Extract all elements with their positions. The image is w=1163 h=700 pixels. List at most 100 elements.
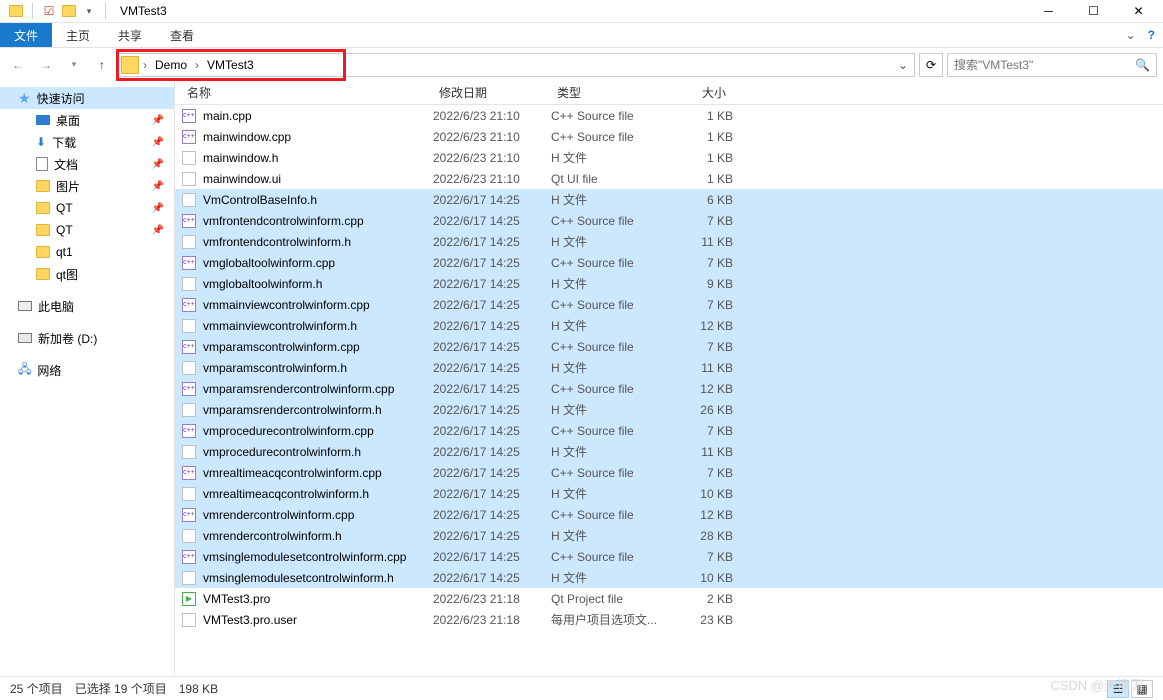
file-name: vmrealtimeacqcontrolwinform.cpp xyxy=(203,466,433,480)
sidebar-network[interactable]: 🖧网络 xyxy=(0,359,174,381)
file-row[interactable]: c++vmrealtimeacqcontrolwinform.cpp2022/6… xyxy=(175,462,1163,483)
column-type[interactable]: 类型 xyxy=(551,84,671,101)
recent-dropdown[interactable]: ▾ xyxy=(62,53,86,77)
back-button[interactable]: ← xyxy=(6,53,30,77)
file-row[interactable]: vmmainviewcontrolwinform.h2022/6/17 14:2… xyxy=(175,315,1163,336)
tab-home[interactable]: 主页 xyxy=(52,23,104,47)
search-box[interactable]: 🔍 xyxy=(947,53,1157,77)
tab-view[interactable]: 查看 xyxy=(156,23,208,47)
view-large-button[interactable]: ▦ xyxy=(1131,680,1153,698)
minimize-button[interactable]: ─ xyxy=(1026,0,1071,23)
file-icon: c++ xyxy=(181,213,197,229)
sidebar-pictures[interactable]: 图片📌 xyxy=(0,175,174,197)
file-icon xyxy=(181,360,197,376)
file-type: C++ Source file xyxy=(551,340,671,354)
file-icon xyxy=(181,612,197,628)
file-row[interactable]: c++vmfrontendcontrolwinform.cpp2022/6/17… xyxy=(175,210,1163,231)
file-row[interactable]: vmrealtimeacqcontrolwinform.h2022/6/17 1… xyxy=(175,483,1163,504)
file-size: 7 KB xyxy=(671,340,733,354)
qat-dropdown-icon[interactable]: ▾ xyxy=(81,3,97,19)
chevron-right-icon[interactable]: › xyxy=(193,58,201,72)
file-row[interactable]: c++vmrendercontrolwinform.cpp2022/6/17 1… xyxy=(175,504,1163,525)
expand-ribbon-icon[interactable]: ⌄ xyxy=(1126,28,1136,42)
pin-icon: 📌 xyxy=(152,159,164,170)
sidebar-qtimg[interactable]: qt图 xyxy=(0,263,174,285)
sidebar-qt-b[interactable]: QT📌 xyxy=(0,219,174,241)
forward-button[interactable]: → xyxy=(34,53,58,77)
file-row[interactable]: c++vmmainviewcontrolwinform.cpp2022/6/17… xyxy=(175,294,1163,315)
file-size: 6 KB xyxy=(671,193,733,207)
breadcrumb[interactable]: › Demo › VMTest3 ⌄ xyxy=(118,53,915,77)
column-size[interactable]: 大小 xyxy=(671,84,733,101)
file-icon xyxy=(181,171,197,187)
folder-icon xyxy=(36,180,50,192)
pin-icon: 📌 xyxy=(152,181,164,192)
sidebar-downloads[interactable]: ⬇下载📌 xyxy=(0,131,174,153)
file-size: 9 KB xyxy=(671,277,733,291)
file-date: 2022/6/23 21:10 xyxy=(433,130,551,144)
file-row[interactable]: c++vmparamsrendercontrolwinform.cpp2022/… xyxy=(175,378,1163,399)
properties-icon[interactable]: ☑ xyxy=(41,3,57,19)
sidebar-qt-a[interactable]: QT📌 xyxy=(0,197,174,219)
sidebar-documents[interactable]: 文档📌 xyxy=(0,153,174,175)
column-name[interactable]: 名称 xyxy=(181,84,433,101)
sidebar-qt1[interactable]: qt1 xyxy=(0,241,174,263)
file-row[interactable]: vmfrontendcontrolwinform.h2022/6/17 14:2… xyxy=(175,231,1163,252)
file-row[interactable]: c++vmparamscontrolwinform.cpp2022/6/17 1… xyxy=(175,336,1163,357)
file-size: 7 KB xyxy=(671,298,733,312)
file-icon xyxy=(181,570,197,586)
file-row[interactable]: vmsinglemodulesetcontrolwinform.h2022/6/… xyxy=(175,567,1163,588)
help-icon[interactable]: ? xyxy=(1148,28,1155,42)
download-icon: ⬇ xyxy=(36,135,46,149)
divider xyxy=(32,3,33,19)
sidebar-desktop[interactable]: 桌面📌 xyxy=(0,109,174,131)
file-icon xyxy=(181,528,197,544)
pin-icon: 📌 xyxy=(152,137,164,148)
view-details-button[interactable]: ☰ xyxy=(1107,680,1129,698)
close-button[interactable]: ✕ xyxy=(1116,0,1161,23)
file-date: 2022/6/23 21:10 xyxy=(433,109,551,123)
search-input[interactable] xyxy=(954,58,1135,72)
file-row[interactable]: mainwindow.ui2022/6/23 21:10Qt UI file1 … xyxy=(175,168,1163,189)
file-row[interactable]: c++main.cpp2022/6/23 21:10C++ Source fil… xyxy=(175,105,1163,126)
folder-icon xyxy=(61,3,77,19)
file-row[interactable]: c++vmglobaltoolwinform.cpp2022/6/17 14:2… xyxy=(175,252,1163,273)
file-row[interactable]: vmparamscontrolwinform.h2022/6/17 14:25H… xyxy=(175,357,1163,378)
sidebar-quick-access[interactable]: ★快速访问 xyxy=(0,87,174,109)
file-row[interactable]: mainwindow.h2022/6/23 21:10H 文件1 KB xyxy=(175,147,1163,168)
breadcrumb-item[interactable]: Demo xyxy=(149,54,193,76)
file-date: 2022/6/17 14:25 xyxy=(433,256,551,270)
pin-icon: 📌 xyxy=(152,203,164,214)
file-date: 2022/6/17 14:25 xyxy=(433,571,551,585)
file-icon: c++ xyxy=(181,297,197,313)
breadcrumb-item[interactable]: VMTest3 xyxy=(201,54,260,76)
file-size: 7 KB xyxy=(671,214,733,228)
status-selection: 已选择 19 个项目 xyxy=(75,680,167,697)
search-icon[interactable]: 🔍 xyxy=(1135,58,1150,72)
file-row[interactable]: vmprocedurecontrolwinform.h2022/6/17 14:… xyxy=(175,441,1163,462)
file-row[interactable]: c++vmsinglemodulesetcontrolwinform.cpp20… xyxy=(175,546,1163,567)
file-name: vmprocedurecontrolwinform.h xyxy=(203,445,433,459)
refresh-button[interactable]: ⟳ xyxy=(919,53,943,77)
up-button[interactable]: ↑ xyxy=(90,53,114,77)
address-dropdown-icon[interactable]: ⌄ xyxy=(894,58,912,72)
file-row[interactable]: c++mainwindow.cpp2022/6/23 21:10C++ Sour… xyxy=(175,126,1163,147)
file-size: 23 KB xyxy=(671,613,733,627)
file-row[interactable]: VmControlBaseInfo.h2022/6/17 14:25H 文件6 … xyxy=(175,189,1163,210)
file-row[interactable]: vmparamsrendercontrolwinform.h2022/6/17 … xyxy=(175,399,1163,420)
document-icon xyxy=(36,157,48,171)
sidebar-this-pc[interactable]: 此电脑 xyxy=(0,295,174,317)
sidebar-drive[interactable]: 新加卷 (D:) xyxy=(0,327,174,349)
tab-file[interactable]: 文件 xyxy=(0,23,52,47)
file-icon: c++ xyxy=(181,129,197,145)
file-row[interactable]: vmrendercontrolwinform.h2022/6/17 14:25H… xyxy=(175,525,1163,546)
file-row[interactable]: c++vmprocedurecontrolwinform.cpp2022/6/1… xyxy=(175,420,1163,441)
file-row[interactable]: vmglobaltoolwinform.h2022/6/17 14:25H 文件… xyxy=(175,273,1163,294)
maximize-button[interactable]: ☐ xyxy=(1071,0,1116,23)
file-type: C++ Source file xyxy=(551,550,671,564)
column-date[interactable]: 修改日期 xyxy=(433,84,551,101)
tab-share[interactable]: 共享 xyxy=(104,23,156,47)
file-row[interactable]: VMTest3.pro.user2022/6/23 21:18每用户项目选项文.… xyxy=(175,609,1163,630)
file-row[interactable]: ▶VMTest3.pro2022/6/23 21:18Qt Project fi… xyxy=(175,588,1163,609)
chevron-right-icon[interactable]: › xyxy=(141,58,149,72)
